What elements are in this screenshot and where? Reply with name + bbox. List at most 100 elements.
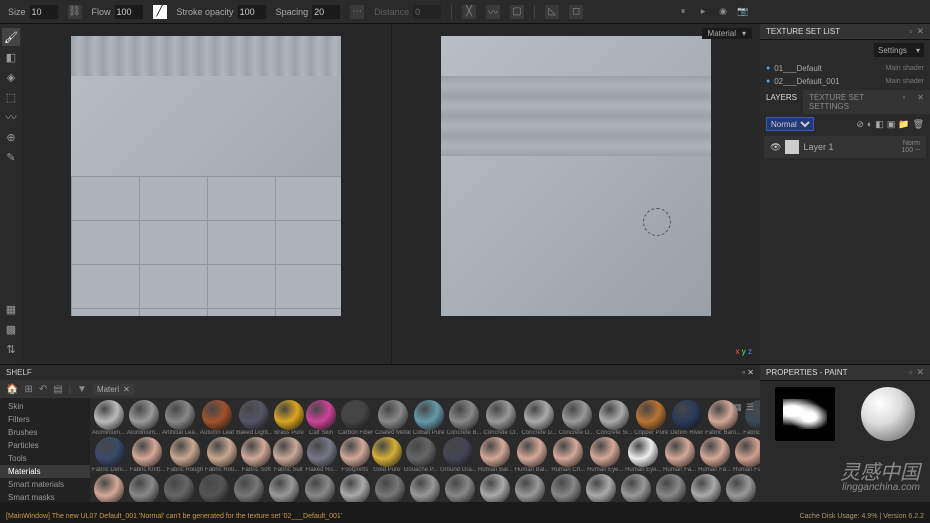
brush-alpha-preview[interactable] (775, 387, 835, 441)
home-icon[interactable]: 🏠 (6, 384, 18, 395)
material-item[interactable]: Fabric Knitt... (130, 437, 165, 473)
viewport-3d[interactable] (22, 24, 392, 364)
material-item[interactable] (162, 474, 195, 502)
material-item[interactable]: Ground Gra... (440, 437, 476, 473)
material-item[interactable]: Concrete D... (559, 400, 594, 436)
opacity-input[interactable] (238, 5, 266, 19)
tab-texture-set-settings[interactable]: TEXTURE SET SETTINGS (803, 90, 896, 114)
material-item[interactable]: Fabric Deni... (92, 437, 128, 473)
material-item[interactable]: Cobalt Pure (413, 400, 445, 436)
import-icon[interactable]: ⊞ (24, 384, 32, 395)
shelf-category-skin[interactable]: Skin (0, 400, 90, 413)
material-item[interactable]: Gouache P... (404, 437, 438, 473)
add-fill-icon[interactable]: ▣ (887, 119, 896, 130)
texture-set-item[interactable]: ●01___Default Main shader (760, 62, 930, 75)
material-item[interactable]: Calf Skin (306, 400, 336, 436)
material-item[interactable]: Baked Light... (236, 400, 272, 436)
material-item[interactable]: Copper Pure (634, 400, 668, 436)
material-item[interactable] (514, 474, 547, 502)
channel-dropdown[interactable]: Material▾ (702, 28, 752, 39)
checker-icon[interactable]: ▩ (2, 320, 20, 338)
pause-icon[interactable]: ⏸ (676, 4, 690, 18)
undock-icon[interactable]: ▫ (909, 26, 912, 37)
material-item[interactable] (408, 474, 441, 502)
material-item[interactable]: Fabric Rou... (205, 437, 239, 473)
material-item[interactable]: Human Fa... (733, 437, 760, 473)
symmetry-icon[interactable]: ╳ (462, 5, 476, 19)
list-view-icon[interactable]: ☰ (746, 402, 754, 413)
material-item[interactable] (690, 474, 723, 502)
material-item[interactable]: Coated Metal (375, 400, 411, 436)
material-item[interactable] (373, 474, 406, 502)
visibility-dot-icon[interactable]: ● (766, 65, 770, 72)
material-item[interactable] (268, 474, 301, 502)
material-item[interactable]: Brass Pure (274, 400, 304, 436)
material-item[interactable] (338, 474, 371, 502)
layer-item[interactable]: 👁 Layer 1 Norm 100 ─ (764, 136, 926, 158)
viewport-2d[interactable]: x y z (392, 24, 761, 364)
geometry-icon[interactable]: ◺ (545, 5, 559, 19)
add-layer-icon[interactable]: ◧ (875, 119, 884, 130)
material-item[interactable] (444, 474, 477, 502)
material-item[interactable]: Human Fa... (698, 437, 731, 473)
add-folder-icon[interactable]: 📁 (898, 119, 909, 130)
spacing-input[interactable] (312, 5, 340, 19)
material-item[interactable]: Concrete Cl... (483, 400, 519, 436)
size-input[interactable] (30, 5, 58, 19)
material-item[interactable]: Fabric Soft (241, 437, 271, 473)
shelf-search-chip[interactable]: Materi✕ (93, 384, 134, 395)
projection-tool[interactable]: ◈ (2, 68, 20, 86)
material-item[interactable] (725, 474, 758, 502)
material-item[interactable]: Gold Pure (372, 437, 402, 473)
material-item[interactable] (549, 474, 582, 502)
settings-dropdown[interactable]: Settings▾ (874, 43, 924, 57)
iray-icon[interactable]: ◉ (716, 4, 730, 18)
material-item[interactable]: Concrete B... (446, 400, 481, 436)
blend-mode-select[interactable]: Normal (766, 117, 814, 131)
layer-name[interactable]: Layer 1 (803, 142, 833, 152)
material-item[interactable]: Denim River (670, 400, 703, 436)
material-item[interactable]: Carbon Fiber (338, 400, 373, 436)
paint-tool[interactable]: 🖌 (2, 28, 20, 46)
cube-icon[interactable]: ◻ (569, 5, 583, 19)
close-icon[interactable]: ✕ (747, 368, 754, 377)
delete-layer-icon[interactable]: 🗑 (913, 119, 924, 130)
smudge-tool[interactable]: 〰 (2, 108, 20, 126)
material-item[interactable]: Concrete D... (521, 400, 556, 436)
material-item[interactable]: Fabric Suit (273, 437, 303, 473)
material-item[interactable]: Footprints (340, 437, 370, 473)
shelf-category-filters[interactable]: Filters (0, 413, 90, 426)
axis-gizmo[interactable]: x y z (736, 347, 752, 356)
swap-icon[interactable]: ⇅ (2, 340, 20, 358)
brush-preview-icon[interactable]: ╱ (153, 5, 167, 19)
polygon-mode-icon[interactable]: ▦ (2, 300, 20, 318)
alignment-icon[interactable]: ▢ (510, 5, 524, 19)
material-item[interactable]: Aluminium... (92, 400, 125, 436)
material-item[interactable]: Concrete Si... (596, 400, 632, 436)
undock-icon[interactable]: ▫ (896, 90, 911, 114)
eye-icon[interactable]: 👁 (770, 142, 781, 153)
material-item[interactable]: Human Ch... (551, 437, 585, 473)
material-item[interactable]: Flaked Ru... (305, 437, 337, 473)
material-item[interactable]: Artificial Lea... (162, 400, 198, 436)
material-item[interactable]: Human Eye... (625, 437, 661, 473)
clone-tool[interactable]: ⊕ (2, 128, 20, 146)
fill-tool[interactable]: ⬚ (2, 88, 20, 106)
texture-set-item[interactable]: ●02___Default_001 Main shader (760, 75, 930, 88)
close-chip-icon[interactable]: ✕ (123, 385, 130, 394)
shelf-category-particles[interactable]: Particles (0, 439, 90, 452)
material-item[interactable] (619, 474, 652, 502)
collapse-icon[interactable]: ▤ (53, 384, 62, 395)
flow-input[interactable] (115, 5, 143, 19)
close-icon[interactable]: ✕ (916, 367, 924, 378)
eraser-tool[interactable]: ◧ (2, 48, 20, 66)
shelf-category-materials[interactable]: Materials (0, 465, 90, 478)
filter-icon[interactable]: ▼ (77, 384, 87, 395)
shelf-category-smart-masks[interactable]: Smart masks (0, 491, 90, 502)
material-item[interactable]: Fabric Rough (167, 437, 203, 473)
material-item[interactable] (479, 474, 512, 502)
shelf-category-tools[interactable]: Tools (0, 452, 90, 465)
add-effect-icon[interactable]: ⊘ (856, 119, 864, 130)
add-mask-icon[interactable]: ◐ (867, 119, 872, 130)
grid-view-icon[interactable]: ▦ (733, 402, 742, 413)
